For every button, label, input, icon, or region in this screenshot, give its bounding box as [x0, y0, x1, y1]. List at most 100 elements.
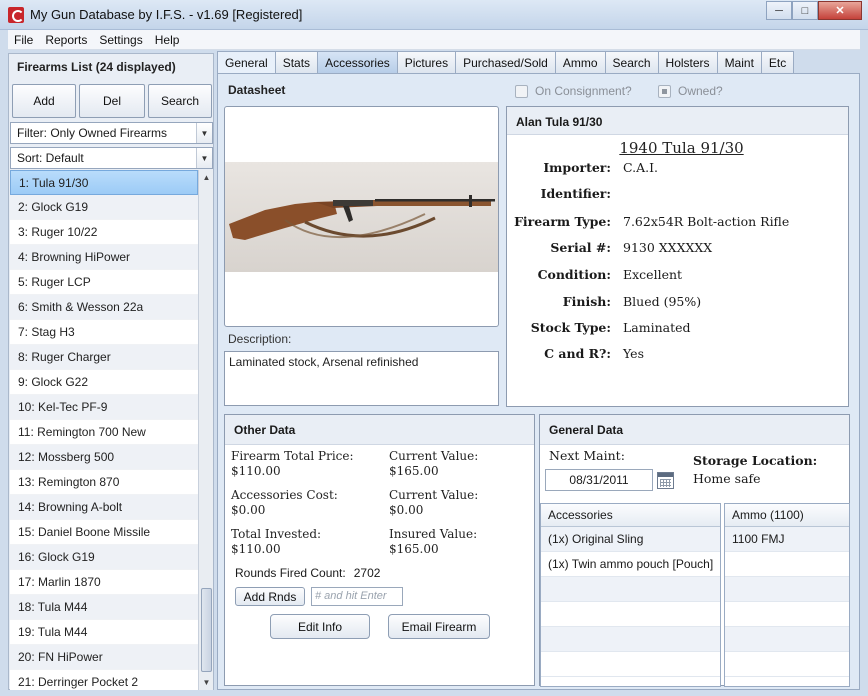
table-row[interactable] [541, 577, 720, 602]
tab-ammo[interactable]: Ammo [554, 51, 606, 73]
scroll-down-icon[interactable]: ▼ [199, 675, 214, 690]
firearm-photo-frame[interactable] [224, 106, 499, 327]
table-row[interactable] [541, 627, 720, 652]
accessories-header[interactable]: Accessories [541, 504, 720, 527]
sort-select[interactable]: Sort: Default ▼ [10, 147, 213, 169]
table-row[interactable]: (1x) Original Sling [541, 527, 720, 552]
field-label: Firearm Type: [514, 214, 611, 229]
app-icon [8, 7, 24, 23]
description-label: Description: [228, 332, 292, 346]
field-value: Laminated [623, 320, 691, 335]
checkbox-box[interactable] [515, 84, 528, 98]
list-item[interactable]: 13: Remington 870 [10, 470, 198, 495]
tab-purchased-sold[interactable]: Purchased/Sold [455, 51, 556, 73]
firearm-photo[interactable] [225, 162, 498, 272]
chevron-down-icon[interactable]: ▼ [196, 148, 212, 168]
menu-file[interactable]: File [8, 33, 39, 47]
list-item[interactable]: 10: Kel-Tec PF-9 [10, 395, 198, 420]
tab-accessories[interactable]: Accessories [317, 51, 398, 73]
email-firearm-button[interactable]: Email Firearm [388, 614, 490, 639]
maximize-icon[interactable]: □ [792, 1, 818, 20]
insured-value-field: Insured Value: $165.00 [389, 527, 477, 557]
calendar-icon[interactable] [657, 472, 674, 489]
current-value-label: Current Value: [389, 449, 479, 463]
accessories-table: Accessories (1x) Original Sling (1x) Twin… [540, 503, 721, 687]
tab-general[interactable]: General [217, 51, 276, 74]
table-row[interactable] [725, 577, 849, 602]
filter-select[interactable]: Filter: Only Owned Firearms ▼ [10, 122, 213, 144]
scrollbar-thumb[interactable] [201, 588, 212, 672]
list-item[interactable]: 8: Ruger Charger [10, 345, 198, 370]
list-item[interactable]: 14: Browning A-bolt [10, 495, 198, 520]
tab-stats[interactable]: Stats [274, 51, 319, 73]
owned-checkbox[interactable]: Owned? [658, 84, 723, 98]
add-button[interactable]: Add [12, 84, 76, 118]
tab-bar: General Stats Accessories Pictures Purchased… [217, 51, 795, 74]
field-value: 9130 XXXXXX [623, 240, 713, 255]
checkbox-box[interactable] [658, 84, 671, 98]
table-row[interactable] [725, 652, 849, 677]
list-item[interactable]: 16: Glock G19 [10, 545, 198, 570]
search-button[interactable]: Search [148, 84, 212, 118]
ammo-header[interactable]: Ammo (1100) [725, 504, 849, 527]
field-label: Finish: [562, 294, 611, 309]
table-row[interactable] [541, 602, 720, 627]
list-item[interactable]: 18: Tula M44 [10, 595, 198, 620]
field-label: Condition: [537, 267, 611, 282]
tab-maint[interactable]: Maint [716, 51, 762, 73]
minimize-icon[interactable]: ─ [766, 1, 792, 20]
delete-button[interactable]: Del [79, 84, 145, 118]
chevron-down-icon[interactable]: ▼ [196, 123, 212, 143]
field-label: Stock Type: [530, 320, 611, 335]
next-maint-date-field[interactable]: 08/31/2011 [545, 469, 653, 491]
consignment-checkbox[interactable]: On Consignment? [515, 84, 632, 98]
menu-help[interactable]: Help [149, 33, 186, 47]
tab-pictures[interactable]: Pictures [396, 51, 457, 73]
accessories-current-value-field: Current Value: $0.00 [389, 488, 478, 518]
consignment-label: On Consignment? [535, 84, 632, 98]
rounds-fired: Rounds Fired Count: 2702 [235, 566, 380, 580]
list-item[interactable]: 5: Ruger LCP [10, 270, 198, 295]
list-item[interactable]: 3: Ruger 10/22 [10, 220, 198, 245]
list-item[interactable]: 21: Derringer Pocket 2 [10, 670, 198, 690]
list-item[interactable]: 9: Glock G22 [10, 370, 198, 395]
table-row[interactable]: (1x) Twin ammo pouch [Pouch] [541, 552, 720, 577]
scroll-up-icon[interactable]: ▲ [199, 170, 214, 185]
table-row[interactable] [541, 652, 720, 677]
menu-settings[interactable]: Settings [93, 33, 148, 47]
window-controls: ─ □ ✕ [766, 1, 862, 20]
table-row[interactable]: 1100 FMJ [725, 527, 849, 552]
tab-search[interactable]: Search [604, 51, 659, 73]
list-item[interactable]: 2: Glock G19 [10, 195, 198, 220]
total-invested-label: Total Invested: [231, 527, 322, 541]
field-label: Serial #: [550, 240, 611, 255]
menu-reports[interactable]: Reports [39, 33, 93, 47]
firearms-list-header: Firearms List (24 displayed) [17, 60, 176, 74]
table-row[interactable] [725, 627, 849, 652]
accessories-current-value-label: Current Value: [389, 488, 479, 502]
menu-bar: File Reports Settings Help [8, 30, 860, 50]
list-item[interactable]: 4: Browning HiPower [10, 245, 198, 270]
add-rounds-button[interactable]: Add Rnds [235, 587, 305, 606]
list-item[interactable]: 12: Mossberg 500 [10, 445, 198, 470]
edit-info-button[interactable]: Edit Info [270, 614, 370, 639]
list-item[interactable]: 20: FN HiPower [10, 645, 198, 670]
description-field[interactable]: Laminated stock, Arsenal refinished [224, 351, 499, 406]
tab-etc[interactable]: Etc [760, 51, 795, 73]
accessories-cost-label: Accessories Cost: [231, 488, 338, 502]
table-row[interactable] [725, 602, 849, 627]
list-item[interactable]: 11: Remington 700 New [10, 420, 198, 445]
list-item[interactable]: 1: Tula 91/30 [10, 170, 198, 195]
list-scrollbar[interactable]: ▲ ▼ [198, 170, 213, 690]
list-item[interactable]: 19: Tula M44 [10, 620, 198, 645]
rounds-input[interactable]: # and hit Enter [311, 587, 403, 606]
list-item[interactable]: 17: Marlin 1870 [10, 570, 198, 595]
list-item[interactable]: 7: Stag H3 [10, 320, 198, 345]
list-item[interactable]: 6: Smith & Wesson 22a [10, 295, 198, 320]
tab-holsters[interactable]: Holsters [657, 51, 718, 73]
window-title: My Gun Database by I.F.S. - v1.69 [Regis… [30, 7, 303, 22]
close-icon[interactable]: ✕ [818, 1, 862, 20]
table-row[interactable] [725, 552, 849, 577]
title-bar: My Gun Database by I.F.S. - v1.69 [Regis… [0, 0, 868, 30]
list-item[interactable]: 15: Daniel Boone Missile [10, 520, 198, 545]
